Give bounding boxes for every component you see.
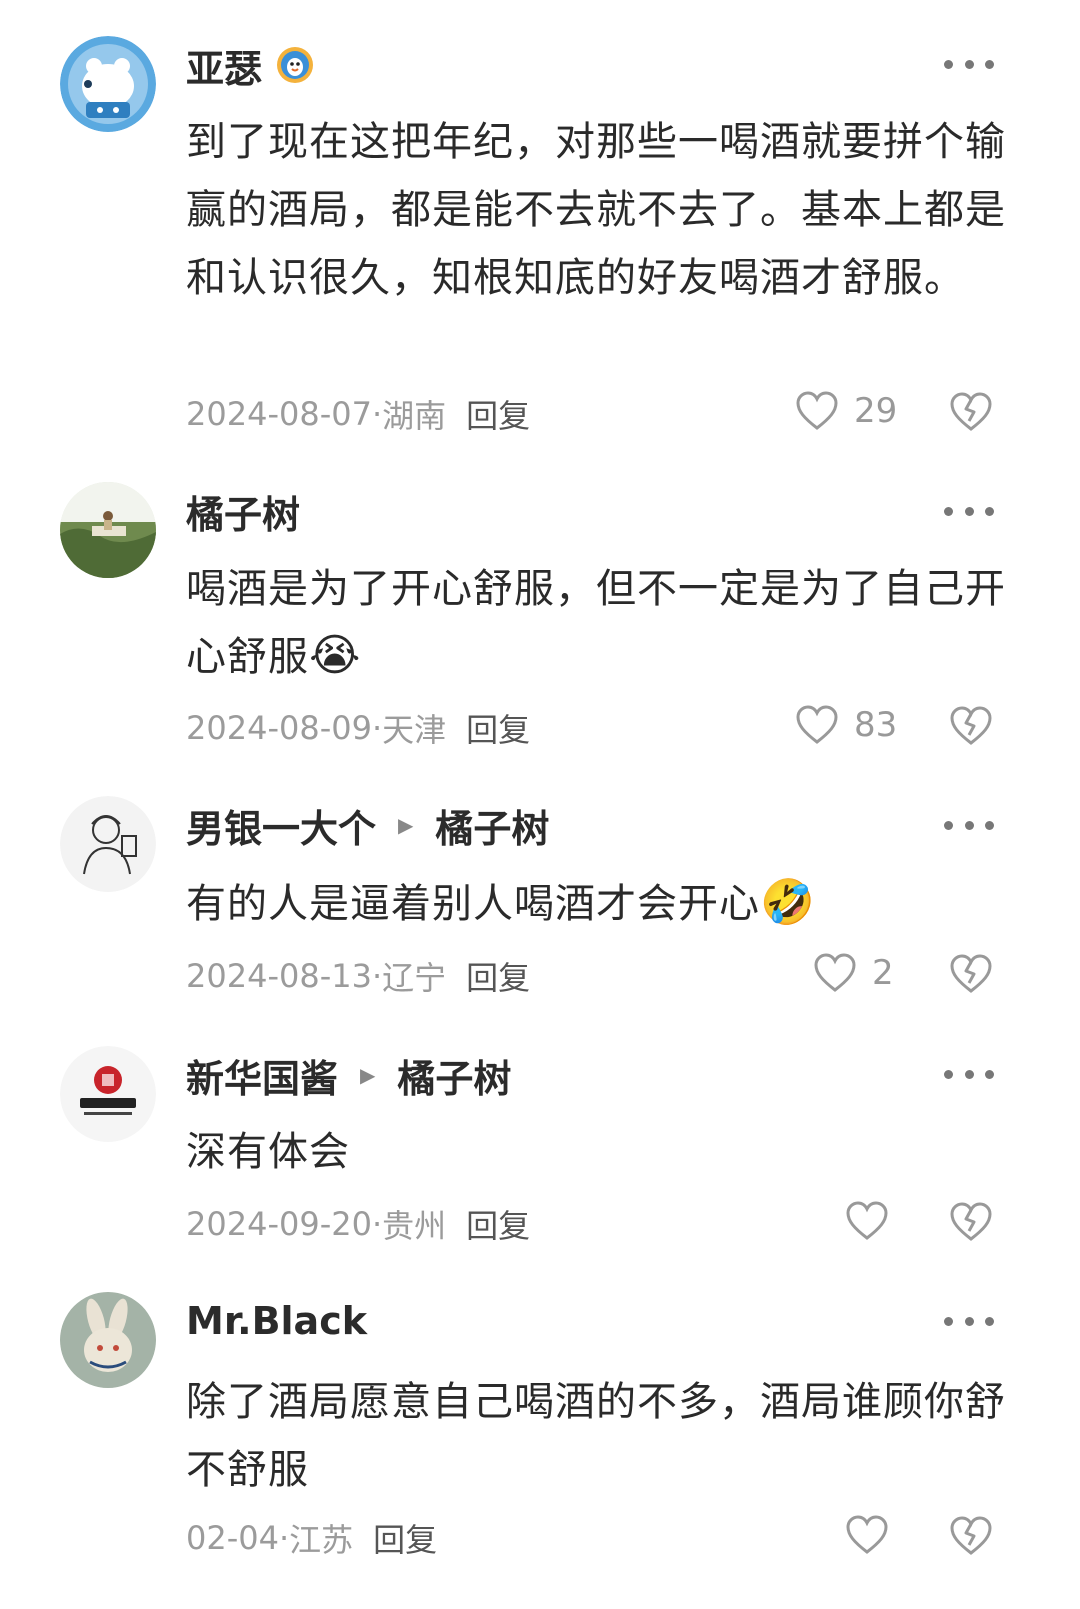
like-button[interactable]: [844, 1198, 890, 1244]
avatar[interactable]: [60, 1046, 156, 1142]
meta-separator: ·: [371, 395, 383, 433]
field-photo-avatar-icon: [60, 482, 156, 578]
avatar[interactable]: [60, 796, 156, 892]
more-options-button[interactable]: [944, 1306, 994, 1336]
meta-separator: ·: [278, 1519, 290, 1557]
dot-icon: [964, 820, 974, 830]
comment-body: 除了酒局愿意自己喝酒的不多，酒局谁顾你舒不舒服: [186, 1379, 1006, 1493]
like-count: 29: [854, 391, 898, 431]
comment-body: 深有体会: [186, 1129, 350, 1175]
reply-button[interactable]: 回复: [466, 953, 530, 999]
dot-icon: [985, 506, 994, 516]
reply-button[interactable]: 回复: [373, 1515, 437, 1561]
comment-date: 2024-09-20: [186, 1205, 372, 1243]
comment-date: 2024-08-09: [186, 709, 372, 747]
broken-heart-icon: [950, 1516, 992, 1555]
dot-icon: [964, 59, 974, 69]
dislike-button[interactable]: [948, 1512, 994, 1558]
heart-icon: [814, 953, 856, 992]
dot-icon: [985, 1316, 994, 1326]
dot-icon: [985, 820, 994, 830]
comment-text: 喝酒是为了开心舒服，但不一定是为了自己开心舒服😭: [186, 555, 1006, 691]
dot-icon: [944, 506, 953, 516]
heart-icon: [796, 705, 838, 744]
comment-meta: 02-04 · 江苏 回复: [186, 1516, 437, 1560]
reply-button[interactable]: 回复: [466, 1201, 530, 1247]
sketch-avatar-icon: [60, 796, 156, 892]
meta-separator: ·: [371, 709, 383, 747]
comment-text: 除了酒局愿意自己喝酒的不多，酒局谁顾你舒不舒服: [186, 1368, 1006, 1504]
dot-icon: [964, 1316, 974, 1326]
comment-location: 湖南: [382, 397, 447, 435]
comment-text: 深有体会: [186, 1118, 1006, 1186]
avatar[interactable]: [60, 36, 156, 132]
broken-heart-icon: [950, 1202, 992, 1241]
comment-date: 02-04: [186, 1519, 279, 1557]
like-button[interactable]: 83: [794, 702, 897, 748]
dot-icon: [985, 1069, 994, 1079]
dot-icon: [944, 1069, 953, 1079]
laughing-crying-emoji: 🤣: [760, 877, 816, 928]
dot-icon: [944, 820, 953, 830]
brand-logo-avatar-icon: [60, 1046, 156, 1142]
username[interactable]: 橘子树: [186, 484, 300, 539]
dislike-button[interactable]: [948, 388, 994, 434]
comment-meta: 2024-09-20 · 贵州 回复: [186, 1202, 530, 1246]
comment-meta: 2024-08-13 · 辽宁 回复: [186, 954, 530, 998]
like-button[interactable]: 2: [812, 950, 894, 996]
dot-icon: [964, 1069, 974, 1079]
user-badge-icon: [277, 47, 314, 83]
reply-button[interactable]: 回复: [466, 391, 530, 437]
rabbit-art-avatar-icon: [60, 1292, 156, 1388]
username[interactable]: 亚瑟: [186, 38, 262, 93]
username[interactable]: 男银一大个: [186, 798, 376, 853]
broken-heart-icon: [950, 392, 992, 431]
comment-text: 到了现在这把年纪，对那些一喝酒就要拼个输赢的酒局，都是能不去就不去了。基本上都是…: [186, 108, 1006, 312]
comment-location: 江苏: [289, 1521, 354, 1559]
comment-location: 辽宁: [382, 959, 447, 997]
username[interactable]: Mr.Black: [186, 1299, 367, 1343]
dislike-button[interactable]: [948, 702, 994, 748]
reply-arrow-icon: ▶: [398, 813, 414, 837]
more-options-button[interactable]: [944, 49, 994, 79]
broken-heart-icon: [950, 954, 992, 993]
comment-meta: 2024-08-09 · 天津 回复: [186, 706, 530, 750]
heart-icon: [846, 1201, 888, 1240]
comment-meta: 2024-08-07 · 湖南 回复: [186, 392, 530, 436]
comment-body: 到了现在这把年纪，对那些一喝酒就要拼个输赢的酒局，都是能不去就不去了。基本上都是…: [186, 119, 1006, 301]
like-button[interactable]: [844, 1512, 890, 1558]
comment-text: 有的人是逼着别人喝酒才会开心🤣: [186, 870, 1006, 938]
dislike-button[interactable]: [948, 950, 994, 996]
avatar[interactable]: [60, 1292, 156, 1388]
reply-to-username[interactable]: 橘子树: [397, 1048, 511, 1103]
reply-button[interactable]: 回复: [466, 705, 530, 751]
more-options-button[interactable]: [944, 496, 994, 526]
dot-icon: [985, 59, 994, 69]
meta-separator: ·: [371, 957, 383, 995]
reply-arrow-icon: ▶: [360, 1063, 376, 1087]
more-options-button[interactable]: [944, 810, 994, 840]
comment-date: 2024-08-07: [186, 395, 372, 433]
reply-to-username[interactable]: 橘子树: [435, 798, 549, 853]
username[interactable]: 新华国酱: [186, 1048, 338, 1103]
meta-separator: ·: [371, 1205, 383, 1243]
avatar[interactable]: [60, 482, 156, 578]
like-count: 83: [854, 705, 898, 745]
like-count: 2: [872, 953, 894, 993]
like-button[interactable]: 29: [794, 388, 897, 434]
dislike-button[interactable]: [948, 1198, 994, 1244]
dot-icon: [944, 1316, 953, 1326]
dot-icon: [964, 506, 974, 516]
crying-emoji: 😭: [309, 630, 362, 681]
comment-body: 有的人是逼着别人喝酒才会开心: [186, 881, 760, 927]
polar-bear-avatar-icon: [60, 36, 156, 132]
more-options-button[interactable]: [944, 1059, 994, 1089]
broken-heart-icon: [950, 706, 992, 745]
comment-location: 贵州: [382, 1207, 447, 1245]
dot-icon: [944, 59, 953, 69]
heart-icon: [846, 1515, 888, 1554]
comment-location: 天津: [382, 711, 447, 749]
comment-date: 2024-08-13: [186, 957, 372, 995]
heart-icon: [796, 391, 838, 430]
